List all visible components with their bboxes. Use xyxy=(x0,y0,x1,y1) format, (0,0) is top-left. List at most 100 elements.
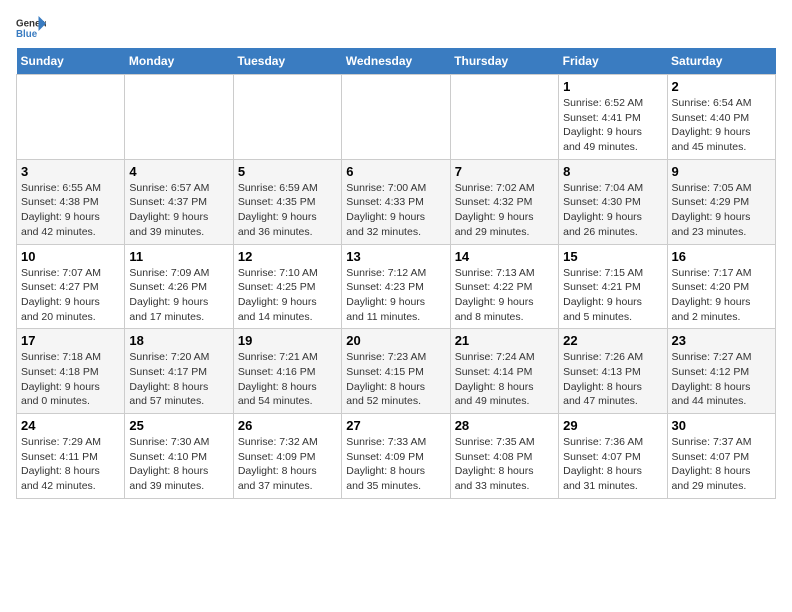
day-info: Sunrise: 7:00 AM Sunset: 4:33 PM Dayligh… xyxy=(346,181,445,240)
header-cell-sunday: Sunday xyxy=(17,48,125,75)
day-number: 24 xyxy=(21,418,120,433)
day-info: Sunrise: 7:21 AM Sunset: 4:16 PM Dayligh… xyxy=(238,350,337,409)
day-info: Sunrise: 7:04 AM Sunset: 4:30 PM Dayligh… xyxy=(563,181,662,240)
day-info: Sunrise: 7:18 AM Sunset: 4:18 PM Dayligh… xyxy=(21,350,120,409)
day-number: 8 xyxy=(563,164,662,179)
day-number: 13 xyxy=(346,249,445,264)
day-info: Sunrise: 7:15 AM Sunset: 4:21 PM Dayligh… xyxy=(563,266,662,325)
day-cell: 4 Sunrise: 6:57 AM Sunset: 4:37 PM Daylig… xyxy=(125,159,233,244)
day-number: 11 xyxy=(129,249,228,264)
day-number: 5 xyxy=(238,164,337,179)
day-cell: 14Sunrise: 7:13 AM Sunset: 4:22 PM Dayli… xyxy=(450,244,558,329)
day-cell: 16 Sunrise: 7:17 AM Sunset: 4:20 PM Dayli… xyxy=(667,244,775,329)
day-number: 17 xyxy=(21,333,120,348)
day-number: 30 xyxy=(672,418,771,433)
week-row: 24Sunrise: 7:29 AM Sunset: 4:11 PM Dayli… xyxy=(17,414,776,499)
day-cell: 25 Sunrise: 7:30 AM Sunset: 4:10 PM Dayli… xyxy=(125,414,233,499)
day-cell: 19 Sunrise: 7:21 AM Sunset: 4:16 PM Dayli… xyxy=(233,329,341,414)
day-cell: 26 Sunrise: 7:32 AM Sunset: 4:09 PM Dayli… xyxy=(233,414,341,499)
day-cell: 18 Sunrise: 7:20 AM Sunset: 4:17 PM Dayli… xyxy=(125,329,233,414)
day-number: 2 xyxy=(672,79,771,94)
day-cell: 12 Sunrise: 7:10 AM Sunset: 4:25 PM Dayli… xyxy=(233,244,341,329)
header: General Blue xyxy=(16,16,776,40)
week-row: 1 Sunrise: 6:52 AM Sunset: 4:41 PM Daylig… xyxy=(17,75,776,160)
day-cell: 15 Sunrise: 7:15 AM Sunset: 4:21 PM Dayli… xyxy=(559,244,667,329)
day-info: Sunrise: 7:09 AM Sunset: 4:26 PM Dayligh… xyxy=(129,266,228,325)
logo: General Blue xyxy=(16,16,50,40)
day-cell: 17 Sunrise: 7:18 AM Sunset: 4:18 PM Dayli… xyxy=(17,329,125,414)
day-info: Sunrise: 6:59 AM Sunset: 4:35 PM Dayligh… xyxy=(238,181,337,240)
day-cell: 23Sunrise: 7:27 AM Sunset: 4:12 PM Dayli… xyxy=(667,329,775,414)
calendar-body: 1 Sunrise: 6:52 AM Sunset: 4:41 PM Daylig… xyxy=(17,75,776,499)
day-number: 16 xyxy=(672,249,771,264)
day-number: 4 xyxy=(129,164,228,179)
day-info: Sunrise: 7:36 AM Sunset: 4:07 PM Dayligh… xyxy=(563,435,662,494)
day-cell: 22 Sunrise: 7:26 AM Sunset: 4:13 PM Dayli… xyxy=(559,329,667,414)
day-cell xyxy=(450,75,558,160)
day-number: 27 xyxy=(346,418,445,433)
day-cell: 21 Sunrise: 7:24 AM Sunset: 4:14 PM Dayli… xyxy=(450,329,558,414)
day-number: 26 xyxy=(238,418,337,433)
day-info: Sunrise: 6:55 AM Sunset: 4:38 PM Dayligh… xyxy=(21,181,120,240)
day-cell xyxy=(233,75,341,160)
day-info: Sunrise: 7:17 AM Sunset: 4:20 PM Dayligh… xyxy=(672,266,771,325)
day-cell: 27Sunrise: 7:33 AM Sunset: 4:09 PM Dayli… xyxy=(342,414,450,499)
day-info: Sunrise: 7:32 AM Sunset: 4:09 PM Dayligh… xyxy=(238,435,337,494)
week-row: 10Sunrise: 7:07 AM Sunset: 4:27 PM Dayli… xyxy=(17,244,776,329)
day-number: 12 xyxy=(238,249,337,264)
day-info: Sunrise: 7:10 AM Sunset: 4:25 PM Dayligh… xyxy=(238,266,337,325)
day-info: Sunrise: 6:52 AM Sunset: 4:41 PM Dayligh… xyxy=(563,96,662,155)
day-cell: 10Sunrise: 7:07 AM Sunset: 4:27 PM Dayli… xyxy=(17,244,125,329)
day-info: Sunrise: 7:30 AM Sunset: 4:10 PM Dayligh… xyxy=(129,435,228,494)
day-number: 19 xyxy=(238,333,337,348)
day-info: Sunrise: 7:02 AM Sunset: 4:32 PM Dayligh… xyxy=(455,181,554,240)
day-number: 7 xyxy=(455,164,554,179)
day-number: 20 xyxy=(346,333,445,348)
day-info: Sunrise: 7:20 AM Sunset: 4:17 PM Dayligh… xyxy=(129,350,228,409)
day-number: 18 xyxy=(129,333,228,348)
day-cell: 3 Sunrise: 6:55 AM Sunset: 4:38 PM Daylig… xyxy=(17,159,125,244)
day-info: Sunrise: 7:23 AM Sunset: 4:15 PM Dayligh… xyxy=(346,350,445,409)
day-info: Sunrise: 7:26 AM Sunset: 4:13 PM Dayligh… xyxy=(563,350,662,409)
day-cell: 29Sunrise: 7:36 AM Sunset: 4:07 PM Dayli… xyxy=(559,414,667,499)
day-cell: 6 Sunrise: 7:00 AM Sunset: 4:33 PM Daylig… xyxy=(342,159,450,244)
day-cell xyxy=(342,75,450,160)
header-cell-friday: Friday xyxy=(559,48,667,75)
day-cell: 9Sunrise: 7:05 AM Sunset: 4:29 PM Daylig… xyxy=(667,159,775,244)
day-number: 6 xyxy=(346,164,445,179)
day-cell: 13Sunrise: 7:12 AM Sunset: 4:23 PM Dayli… xyxy=(342,244,450,329)
header-cell-saturday: Saturday xyxy=(667,48,775,75)
day-info: Sunrise: 6:54 AM Sunset: 4:40 PM Dayligh… xyxy=(672,96,771,155)
day-cell xyxy=(125,75,233,160)
day-info: Sunrise: 7:13 AM Sunset: 4:22 PM Dayligh… xyxy=(455,266,554,325)
day-cell xyxy=(17,75,125,160)
day-cell: 8 Sunrise: 7:04 AM Sunset: 4:30 PM Daylig… xyxy=(559,159,667,244)
day-info: Sunrise: 7:24 AM Sunset: 4:14 PM Dayligh… xyxy=(455,350,554,409)
day-info: Sunrise: 6:57 AM Sunset: 4:37 PM Dayligh… xyxy=(129,181,228,240)
day-cell: 5 Sunrise: 6:59 AM Sunset: 4:35 PM Daylig… xyxy=(233,159,341,244)
header-cell-tuesday: Tuesday xyxy=(233,48,341,75)
day-number: 3 xyxy=(21,164,120,179)
day-cell: 28 Sunrise: 7:35 AM Sunset: 4:08 PM Dayli… xyxy=(450,414,558,499)
day-number: 15 xyxy=(563,249,662,264)
day-cell: 24Sunrise: 7:29 AM Sunset: 4:11 PM Dayli… xyxy=(17,414,125,499)
week-row: 3 Sunrise: 6:55 AM Sunset: 4:38 PM Daylig… xyxy=(17,159,776,244)
day-number: 25 xyxy=(129,418,228,433)
day-info: Sunrise: 7:07 AM Sunset: 4:27 PM Dayligh… xyxy=(21,266,120,325)
header-cell-thursday: Thursday xyxy=(450,48,558,75)
day-number: 1 xyxy=(563,79,662,94)
day-cell: 20 Sunrise: 7:23 AM Sunset: 4:15 PM Dayli… xyxy=(342,329,450,414)
calendar-table: SundayMondayTuesdayWednesdayThursdayFrid… xyxy=(16,48,776,499)
day-cell: 1 Sunrise: 6:52 AM Sunset: 4:41 PM Daylig… xyxy=(559,75,667,160)
day-info: Sunrise: 7:35 AM Sunset: 4:08 PM Dayligh… xyxy=(455,435,554,494)
day-info: Sunrise: 7:37 AM Sunset: 4:07 PM Dayligh… xyxy=(672,435,771,494)
calendar-header: SundayMondayTuesdayWednesdayThursdayFrid… xyxy=(17,48,776,75)
header-row: SundayMondayTuesdayWednesdayThursdayFrid… xyxy=(17,48,776,75)
day-info: Sunrise: 7:05 AM Sunset: 4:29 PM Dayligh… xyxy=(672,181,771,240)
day-number: 21 xyxy=(455,333,554,348)
day-number: 28 xyxy=(455,418,554,433)
day-info: Sunrise: 7:27 AM Sunset: 4:12 PM Dayligh… xyxy=(672,350,771,409)
day-cell: 30 Sunrise: 7:37 AM Sunset: 4:07 PM Dayli… xyxy=(667,414,775,499)
day-number: 22 xyxy=(563,333,662,348)
week-row: 17 Sunrise: 7:18 AM Sunset: 4:18 PM Dayli… xyxy=(17,329,776,414)
